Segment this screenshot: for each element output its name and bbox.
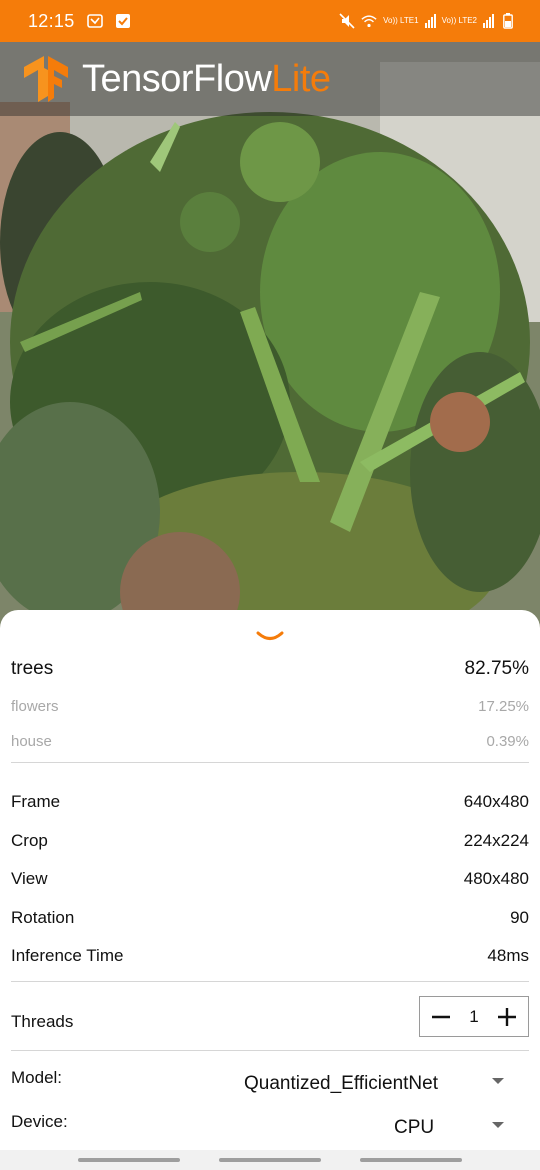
- plus-icon[interactable]: [496, 1006, 518, 1028]
- tensorflow-logo-icon: [22, 54, 70, 104]
- info-row-view: View 480x480: [11, 869, 529, 889]
- model-selected: Quantized_EfficientNet: [244, 1073, 438, 1094]
- result-row-1: trees 82.75%: [11, 658, 529, 680]
- result-label: house: [11, 733, 52, 750]
- navigation-bar: [0, 1150, 540, 1170]
- signal-icon: [424, 14, 436, 28]
- info-row-crop: Crop 224x224: [11, 831, 529, 851]
- info-label: Rotation: [11, 908, 75, 927]
- brand-accent: Lite: [271, 57, 331, 100]
- missed-call-icon: [86, 13, 103, 29]
- model-row: Model:: [11, 1068, 62, 1088]
- device-selected: CPU: [394, 1117, 435, 1138]
- divider: [11, 1050, 529, 1051]
- wifi-icon: [361, 13, 377, 29]
- info-label: Inference Time: [11, 946, 124, 965]
- brand-title: TensorFlowLite: [82, 58, 331, 101]
- info-row-rotation: Rotation 90: [11, 908, 529, 928]
- app-header: TensorFlowLite: [0, 42, 540, 116]
- battery-icon: [500, 13, 516, 29]
- status-bar: 12:15 Vo)) LTE1 Vo)) LTE2: [0, 0, 540, 42]
- nav-home-button[interactable]: [219, 1158, 321, 1162]
- dropdown-arrow-icon: [492, 1078, 504, 1084]
- device-row: Device:: [11, 1112, 68, 1132]
- info-value: 90: [510, 908, 529, 927]
- signal-icon: [483, 14, 494, 28]
- divider: [11, 981, 529, 982]
- result-score: 17.25%: [478, 698, 529, 715]
- result-score: 0.39%: [486, 733, 529, 750]
- camera-preview: [0, 42, 540, 642]
- threads-value: 1: [469, 1006, 479, 1026]
- status-time: 12:15: [28, 10, 75, 31]
- info-value: 224x224: [463, 831, 529, 850]
- info-row-inference-time: Inference Time 48ms: [11, 946, 529, 966]
- info-label: Crop: [11, 831, 48, 850]
- result-score: 82.75%: [464, 658, 529, 679]
- sim1-label: Vo)) LTE1: [383, 16, 419, 25]
- threads-stepper: 1: [419, 996, 529, 1037]
- minus-icon[interactable]: [430, 1006, 452, 1028]
- dropdown-arrow-icon: [492, 1122, 504, 1128]
- result-label: flowers: [11, 698, 59, 715]
- nav-recent-button[interactable]: [78, 1158, 180, 1162]
- brand-main: TensorFlow: [82, 57, 272, 100]
- result-row-3: house 0.39%: [11, 733, 529, 750]
- info-value: 480x480: [463, 869, 529, 888]
- divider: [11, 762, 529, 763]
- result-label: trees: [11, 658, 54, 679]
- model-label: Model:: [11, 1068, 63, 1087]
- device-label: Device:: [11, 1112, 68, 1131]
- info-label: View: [11, 869, 48, 888]
- info-value: 640x480: [463, 792, 529, 811]
- info-value: 48ms: [487, 946, 529, 965]
- threads-row: Threads: [11, 1012, 73, 1032]
- checkbox-icon: [115, 13, 131, 29]
- bottom-sheet: trees 82.75% flowers 17.25% house 0.39% …: [0, 610, 540, 1150]
- threads-label: Threads: [11, 1012, 74, 1031]
- sim2-label: Vo)) LTE2: [441, 16, 477, 25]
- model-dropdown[interactable]: Quantized_EfficientNet: [244, 1070, 514, 1098]
- info-row-frame: Frame 640x480: [11, 792, 529, 812]
- device-dropdown[interactable]: CPU: [394, 1114, 514, 1142]
- nav-back-button[interactable]: [360, 1158, 462, 1162]
- info-label: Frame: [11, 792, 61, 811]
- result-row-2: flowers 17.25%: [11, 698, 529, 715]
- mute-icon: [339, 13, 355, 29]
- chevron-down-icon[interactable]: [256, 630, 284, 644]
